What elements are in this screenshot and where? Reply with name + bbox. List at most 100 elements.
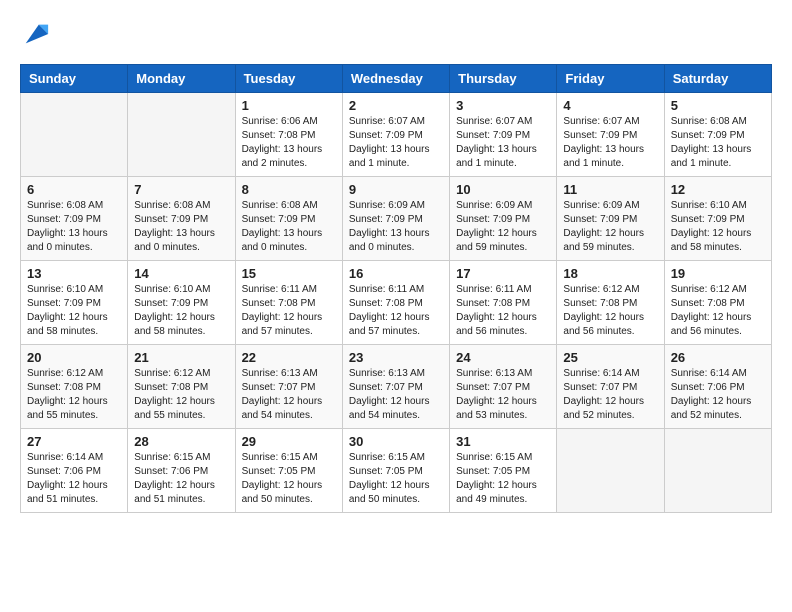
day-number: 23 bbox=[349, 350, 443, 365]
calendar-cell: 24 Sunrise: 6:13 AM Sunset: 7:07 PM Dayli… bbox=[450, 345, 557, 429]
day-number: 25 bbox=[563, 350, 657, 365]
day-number: 29 bbox=[242, 434, 336, 449]
day-number: 31 bbox=[456, 434, 550, 449]
day-info: Sunrise: 6:13 AM Sunset: 7:07 PM Dayligh… bbox=[349, 367, 443, 423]
calendar-cell: 29 Sunrise: 6:15 AM Sunset: 7:05 PM Dayli… bbox=[235, 429, 342, 513]
calendar-week-row: 27Sunrise: 6:14 AM Sunset: 7:06 PM Dayli… bbox=[21, 429, 772, 513]
calendar-cell: 17Sunrise: 6:11 AM Sunset: 7:08 PM Dayli… bbox=[450, 261, 557, 345]
day-number: 24 bbox=[456, 350, 550, 365]
calendar-cell: 20Sunrise: 6:12 AM Sunset: 7:08 PM Dayli… bbox=[21, 345, 128, 429]
calendar-cell bbox=[21, 93, 128, 177]
day-number: 4 bbox=[563, 98, 657, 113]
day-info: Sunrise: 6:08 AM Sunset: 7:09 PM Dayligh… bbox=[242, 199, 336, 255]
day-number: 28 bbox=[134, 434, 228, 449]
day-info: Sunrise: 6:10 AM Sunset: 7:09 PM Dayligh… bbox=[671, 199, 765, 255]
day-info: Sunrise: 6:15 AM Sunset: 7:05 PM Dayligh… bbox=[456, 451, 550, 507]
day-info: Sunrise: 6:15 AM Sunset: 7:05 PM Dayligh… bbox=[349, 451, 443, 507]
calendar-cell bbox=[128, 93, 235, 177]
day-number: 3 bbox=[456, 98, 550, 113]
calendar-cell: 15Sunrise: 6:11 AM Sunset: 7:08 PM Dayli… bbox=[235, 261, 342, 345]
calendar-cell: 3 Sunrise: 6:07 AM Sunset: 7:09 PM Daylig… bbox=[450, 93, 557, 177]
calendar-cell: 25 Sunrise: 6:14 AM Sunset: 7:07 PM Dayli… bbox=[557, 345, 664, 429]
day-info: Sunrise: 6:08 AM Sunset: 7:09 PM Dayligh… bbox=[27, 199, 121, 255]
calendar-cell: 13 Sunrise: 6:10 AM Sunset: 7:09 PM Dayli… bbox=[21, 261, 128, 345]
calendar-header-row: SundayMondayTuesdayWednesdayThursdayFrid… bbox=[21, 65, 772, 93]
day-info: Sunrise: 6:07 AM Sunset: 7:09 PM Dayligh… bbox=[563, 115, 657, 171]
day-number: 11 bbox=[563, 182, 657, 197]
calendar-cell bbox=[664, 429, 771, 513]
day-info: Sunrise: 6:10 AM Sunset: 7:09 PM Dayligh… bbox=[134, 283, 228, 339]
calendar-cell: 19Sunrise: 6:12 AM Sunset: 7:08 PM Dayli… bbox=[664, 261, 771, 345]
day-info: Sunrise: 6:12 AM Sunset: 7:08 PM Dayligh… bbox=[134, 367, 228, 423]
day-info: Sunrise: 6:15 AM Sunset: 7:05 PM Dayligh… bbox=[242, 451, 336, 507]
calendar-cell: 4 Sunrise: 6:07 AM Sunset: 7:09 PM Daylig… bbox=[557, 93, 664, 177]
calendar-week-row: 20Sunrise: 6:12 AM Sunset: 7:08 PM Dayli… bbox=[21, 345, 772, 429]
calendar-cell: 23 Sunrise: 6:13 AM Sunset: 7:07 PM Dayli… bbox=[342, 345, 449, 429]
day-info: Sunrise: 6:14 AM Sunset: 7:07 PM Dayligh… bbox=[563, 367, 657, 423]
day-number: 27 bbox=[27, 434, 121, 449]
day-number: 5 bbox=[671, 98, 765, 113]
calendar-week-row: 6 Sunrise: 6:08 AM Sunset: 7:09 PM Daylig… bbox=[21, 177, 772, 261]
day-number: 13 bbox=[27, 266, 121, 281]
day-info: Sunrise: 6:10 AM Sunset: 7:09 PM Dayligh… bbox=[27, 283, 121, 339]
day-number: 22 bbox=[242, 350, 336, 365]
day-number: 10 bbox=[456, 182, 550, 197]
weekday-header: Wednesday bbox=[342, 65, 449, 93]
day-info: Sunrise: 6:06 AM Sunset: 7:08 PM Dayligh… bbox=[242, 115, 336, 171]
day-number: 14 bbox=[134, 266, 228, 281]
logo bbox=[20, 20, 50, 48]
day-info: Sunrise: 6:09 AM Sunset: 7:09 PM Dayligh… bbox=[349, 199, 443, 255]
day-number: 8 bbox=[242, 182, 336, 197]
calendar-cell: 28 Sunrise: 6:15 AM Sunset: 7:06 PM Dayli… bbox=[128, 429, 235, 513]
calendar-cell: 14 Sunrise: 6:10 AM Sunset: 7:09 PM Dayli… bbox=[128, 261, 235, 345]
day-number: 9 bbox=[349, 182, 443, 197]
logo-text bbox=[20, 20, 50, 48]
day-number: 21 bbox=[134, 350, 228, 365]
weekday-header: Tuesday bbox=[235, 65, 342, 93]
day-info: Sunrise: 6:14 AM Sunset: 7:06 PM Dayligh… bbox=[671, 367, 765, 423]
calendar-week-row: 1 Sunrise: 6:06 AM Sunset: 7:08 PM Daylig… bbox=[21, 93, 772, 177]
calendar-cell: 12 Sunrise: 6:10 AM Sunset: 7:09 PM Dayli… bbox=[664, 177, 771, 261]
page-header bbox=[20, 20, 772, 48]
day-info: Sunrise: 6:11 AM Sunset: 7:08 PM Dayligh… bbox=[242, 283, 336, 339]
calendar-cell: 27Sunrise: 6:14 AM Sunset: 7:06 PM Dayli… bbox=[21, 429, 128, 513]
day-number: 2 bbox=[349, 98, 443, 113]
calendar-cell: 21 Sunrise: 6:12 AM Sunset: 7:08 PM Dayli… bbox=[128, 345, 235, 429]
day-info: Sunrise: 6:12 AM Sunset: 7:08 PM Dayligh… bbox=[563, 283, 657, 339]
day-info: Sunrise: 6:09 AM Sunset: 7:09 PM Dayligh… bbox=[563, 199, 657, 255]
weekday-header: Saturday bbox=[664, 65, 771, 93]
weekday-header: Monday bbox=[128, 65, 235, 93]
calendar-cell: 6 Sunrise: 6:08 AM Sunset: 7:09 PM Daylig… bbox=[21, 177, 128, 261]
day-number: 16 bbox=[349, 266, 443, 281]
day-number: 12 bbox=[671, 182, 765, 197]
day-info: Sunrise: 6:08 AM Sunset: 7:09 PM Dayligh… bbox=[671, 115, 765, 171]
calendar-cell bbox=[557, 429, 664, 513]
day-info: Sunrise: 6:13 AM Sunset: 7:07 PM Dayligh… bbox=[242, 367, 336, 423]
day-number: 7 bbox=[134, 182, 228, 197]
day-number: 30 bbox=[349, 434, 443, 449]
calendar-cell: 18 Sunrise: 6:12 AM Sunset: 7:08 PM Dayli… bbox=[557, 261, 664, 345]
day-info: Sunrise: 6:15 AM Sunset: 7:06 PM Dayligh… bbox=[134, 451, 228, 507]
day-number: 26 bbox=[671, 350, 765, 365]
day-number: 1 bbox=[242, 98, 336, 113]
weekday-header: Sunday bbox=[21, 65, 128, 93]
calendar-cell: 1 Sunrise: 6:06 AM Sunset: 7:08 PM Daylig… bbox=[235, 93, 342, 177]
calendar-cell: 7 Sunrise: 6:08 AM Sunset: 7:09 PM Daylig… bbox=[128, 177, 235, 261]
day-info: Sunrise: 6:12 AM Sunset: 7:08 PM Dayligh… bbox=[27, 367, 121, 423]
calendar-cell: 22 Sunrise: 6:13 AM Sunset: 7:07 PM Dayli… bbox=[235, 345, 342, 429]
weekday-header: Friday bbox=[557, 65, 664, 93]
day-number: 18 bbox=[563, 266, 657, 281]
day-info: Sunrise: 6:07 AM Sunset: 7:09 PM Dayligh… bbox=[456, 115, 550, 171]
day-info: Sunrise: 6:08 AM Sunset: 7:09 PM Dayligh… bbox=[134, 199, 228, 255]
calendar-cell: 2 Sunrise: 6:07 AM Sunset: 7:09 PM Daylig… bbox=[342, 93, 449, 177]
calendar-cell: 30 Sunrise: 6:15 AM Sunset: 7:05 PM Dayli… bbox=[342, 429, 449, 513]
calendar-cell: 26 Sunrise: 6:14 AM Sunset: 7:06 PM Dayli… bbox=[664, 345, 771, 429]
calendar-cell: 8 Sunrise: 6:08 AM Sunset: 7:09 PM Daylig… bbox=[235, 177, 342, 261]
weekday-header: Thursday bbox=[450, 65, 557, 93]
day-number: 6 bbox=[27, 182, 121, 197]
day-info: Sunrise: 6:13 AM Sunset: 7:07 PM Dayligh… bbox=[456, 367, 550, 423]
day-info: Sunrise: 6:07 AM Sunset: 7:09 PM Dayligh… bbox=[349, 115, 443, 171]
calendar-week-row: 13 Sunrise: 6:10 AM Sunset: 7:09 PM Dayli… bbox=[21, 261, 772, 345]
day-info: Sunrise: 6:11 AM Sunset: 7:08 PM Dayligh… bbox=[349, 283, 443, 339]
day-number: 19 bbox=[671, 266, 765, 281]
